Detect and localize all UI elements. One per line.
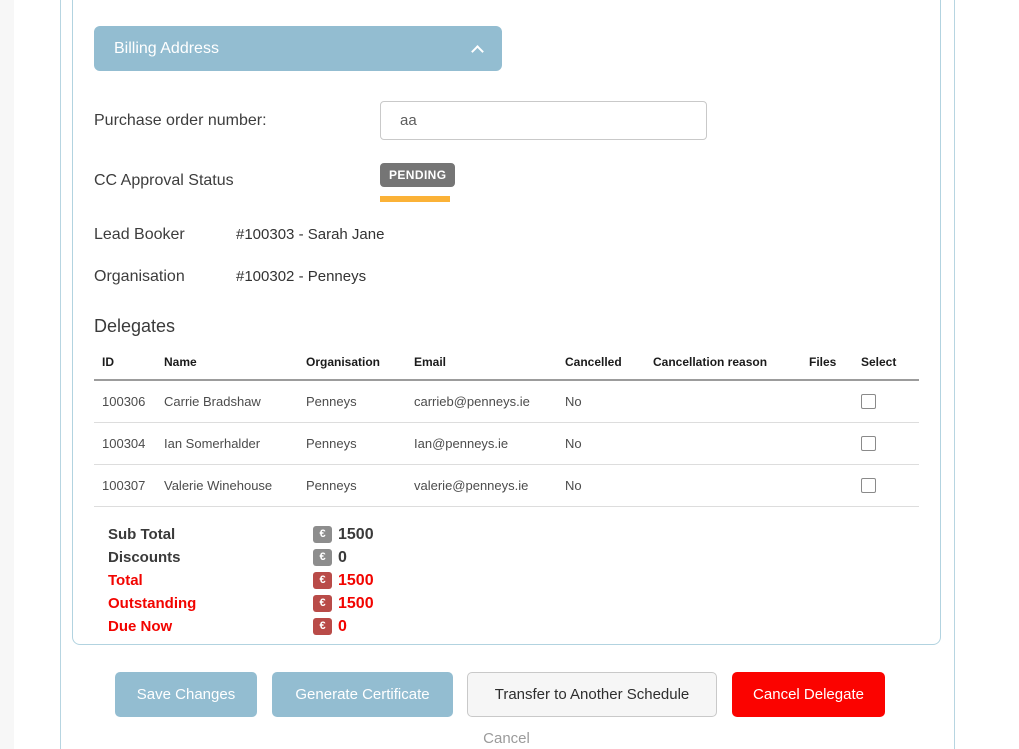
cell-cancellation-reason <box>653 423 809 465</box>
save-changes-button[interactable]: Save Changes <box>115 672 257 717</box>
total-label: Discounts <box>108 549 313 566</box>
column-header: Cancellation reason <box>653 347 809 380</box>
cell-files <box>809 380 861 423</box>
lead-booker-row: Lead Booker #100303 - Sarah Jane <box>94 226 919 244</box>
column-header: Files <box>809 347 861 380</box>
column-header: Select <box>861 347 919 380</box>
total-value: 1500 <box>338 526 374 544</box>
cell-files <box>809 465 861 507</box>
column-header: Cancelled <box>565 347 653 380</box>
total-value: 0 <box>338 549 347 567</box>
cell-id: 100304 <box>94 423 164 465</box>
cell-name: Ian Somerhalder <box>164 423 306 465</box>
purchase-order-input[interactable] <box>380 101 707 140</box>
cell-organisation: Penneys <box>306 423 414 465</box>
column-header: ID <box>94 347 164 380</box>
select-checkbox[interactable] <box>861 436 876 451</box>
cc-approval-label: CC Approval Status <box>94 163 380 190</box>
cell-id: 100307 <box>94 465 164 507</box>
table-row: 100306Carrie BradshawPenneyscarrieb@penn… <box>94 380 919 423</box>
cell-organisation: Penneys <box>306 465 414 507</box>
cell-organisation: Penneys <box>306 380 414 423</box>
total-value: 1500 <box>338 595 374 613</box>
page-gutter <box>0 0 14 749</box>
transfer-schedule-button[interactable]: Transfer to Another Schedule <box>467 672 717 717</box>
booking-details-card: Billing Address Purchase order number: C… <box>72 0 941 645</box>
action-buttons: Save Changes Generate Certificate Transf… <box>115 672 885 717</box>
cell-select <box>861 380 919 423</box>
cell-email: valerie@penneys.ie <box>414 465 565 507</box>
cell-id: 100306 <box>94 380 164 423</box>
purchase-order-label: Purchase order number: <box>94 112 380 130</box>
organisation-value: #100302 - Penneys <box>236 268 366 285</box>
lead-booker-value: #100303 - Sarah Jane <box>236 226 384 243</box>
organisation-label: Organisation <box>94 268 236 286</box>
total-label: Total <box>108 572 313 589</box>
column-header: Name <box>164 347 306 380</box>
cell-cancelled: No <box>565 423 653 465</box>
total-row: Sub Total€1500 <box>108 523 919 546</box>
table-row: 100304Ian SomerhalderPenneysIan@penneys.… <box>94 423 919 465</box>
euro-icon: € <box>313 572 332 589</box>
cc-approval-status: PENDING <box>380 163 455 202</box>
container-left-border <box>60 0 61 749</box>
cell-select <box>861 423 919 465</box>
cancel-delegate-button[interactable]: Cancel Delegate <box>732 672 885 717</box>
cell-cancelled: No <box>565 380 653 423</box>
cell-cancellation-reason <box>653 380 809 423</box>
euro-icon: € <box>313 595 332 612</box>
total-label: Outstanding <box>108 595 313 612</box>
select-checkbox[interactable] <box>861 478 876 493</box>
total-value: 0 <box>338 618 347 636</box>
cell-cancelled: No <box>565 465 653 507</box>
organisation-row: Organisation #100302 - Penneys <box>94 268 919 286</box>
table-header-row: IDNameOrganisationEmailCancelledCancella… <box>94 347 919 380</box>
select-checkbox[interactable] <box>861 394 876 409</box>
delegates-heading: Delegates <box>94 316 919 337</box>
delegates-table: IDNameOrganisationEmailCancelledCancella… <box>94 347 919 507</box>
total-label: Sub Total <box>108 526 313 543</box>
total-row: Due Now€0 <box>108 615 919 638</box>
cell-email: carrieb@penneys.ie <box>414 380 565 423</box>
total-row: Outstanding€1500 <box>108 592 919 615</box>
lead-booker-label: Lead Booker <box>94 226 236 244</box>
cc-approval-row: CC Approval Status PENDING <box>94 163 919 202</box>
billing-address-toggle[interactable]: Billing Address <box>94 26 502 71</box>
cell-select <box>861 465 919 507</box>
total-label: Due Now <box>108 618 313 635</box>
column-header: Email <box>414 347 565 380</box>
total-value: 1500 <box>338 572 374 590</box>
euro-icon: € <box>313 549 332 566</box>
chevron-up-icon <box>471 45 484 58</box>
table-row: 100307Valerie WinehousePenneysvalerie@pe… <box>94 465 919 507</box>
status-badge: PENDING <box>380 163 455 187</box>
totals-summary: Sub Total€1500Discounts€0Total€1500Outst… <box>108 523 919 638</box>
purchase-order-row: Purchase order number: <box>94 101 919 140</box>
container-right-border <box>954 0 955 749</box>
cell-cancellation-reason <box>653 465 809 507</box>
cell-name: Valerie Winehouse <box>164 465 306 507</box>
cancel-link[interactable]: Cancel <box>72 730 941 747</box>
euro-icon: € <box>313 618 332 635</box>
cell-files <box>809 423 861 465</box>
generate-certificate-button[interactable]: Generate Certificate <box>272 672 453 717</box>
billing-address-label: Billing Address <box>114 40 219 58</box>
cell-email: Ian@penneys.ie <box>414 423 565 465</box>
cell-name: Carrie Bradshaw <box>164 380 306 423</box>
euro-icon: € <box>313 526 332 543</box>
total-row: Discounts€0 <box>108 546 919 569</box>
status-underline <box>380 196 450 202</box>
column-header: Organisation <box>306 347 414 380</box>
total-row: Total€1500 <box>108 569 919 592</box>
